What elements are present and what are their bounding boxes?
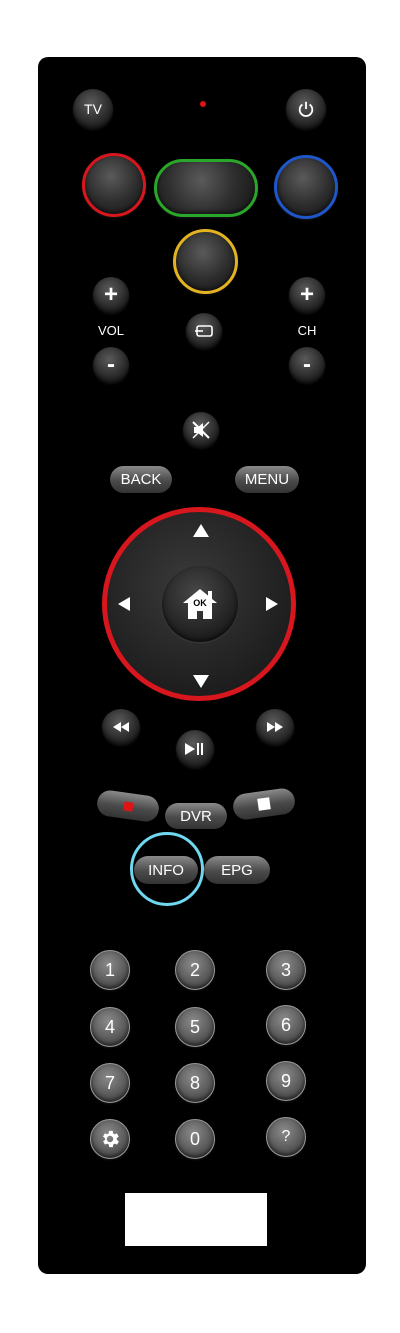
gear-icon bbox=[103, 1130, 119, 1148]
rewind-button[interactable] bbox=[102, 709, 140, 745]
play-pause-icon bbox=[185, 743, 203, 755]
tv-button[interactable]: TV bbox=[73, 89, 113, 129]
volume-up-button[interactable]: + bbox=[93, 277, 129, 313]
plus-icon: + bbox=[103, 281, 118, 308]
info-button[interactable]: INFO bbox=[134, 856, 198, 884]
dpad-left-arrow[interactable] bbox=[118, 597, 130, 611]
power-icon bbox=[298, 101, 314, 117]
back-button[interactable]: BACK bbox=[110, 466, 172, 493]
ok-home-button[interactable]: OK bbox=[162, 566, 238, 642]
mute-icon bbox=[192, 421, 210, 439]
record-icon bbox=[122, 800, 134, 812]
ok-label: OK bbox=[193, 598, 207, 608]
channel-down-button[interactable]: - bbox=[289, 347, 325, 383]
fast-forward-icon bbox=[267, 722, 283, 732]
menu-button[interactable]: MENU bbox=[235, 466, 299, 493]
dpad-right-arrow[interactable] bbox=[266, 597, 278, 611]
channel-up-button[interactable]: + bbox=[289, 277, 325, 313]
help-button[interactable]: ? bbox=[266, 1117, 306, 1157]
volume-down-button[interactable]: - bbox=[93, 347, 129, 383]
epg-button[interactable]: EPG bbox=[204, 856, 270, 884]
key-1[interactable]: 1 bbox=[90, 950, 130, 990]
key-4[interactable]: 4 bbox=[90, 1007, 130, 1047]
label-plate bbox=[125, 1193, 267, 1246]
plus-icon: + bbox=[299, 281, 314, 308]
key-7[interactable]: 7 bbox=[90, 1063, 130, 1103]
dvr-button[interactable]: DVR bbox=[165, 803, 227, 829]
key-5[interactable]: 5 bbox=[175, 1007, 215, 1047]
yellow-button[interactable] bbox=[173, 229, 238, 294]
dpad-down-arrow[interactable] bbox=[193, 675, 209, 688]
green-button[interactable] bbox=[154, 159, 258, 217]
input-button[interactable] bbox=[186, 313, 222, 349]
record-button[interactable] bbox=[95, 788, 161, 824]
blue-button[interactable] bbox=[274, 155, 338, 219]
mute-button[interactable] bbox=[183, 412, 219, 448]
key-9[interactable]: 9 bbox=[266, 1061, 306, 1101]
key-2[interactable]: 2 bbox=[175, 950, 215, 990]
minus-icon: - bbox=[107, 351, 115, 378]
input-icon bbox=[195, 325, 213, 337]
remote-body: TV + VOL - + CH - BACK MENU OK DVR INFO … bbox=[38, 57, 366, 1274]
tv-label: TV bbox=[84, 101, 102, 117]
power-button[interactable] bbox=[286, 89, 326, 129]
key-8[interactable]: 8 bbox=[175, 1063, 215, 1103]
key-3[interactable]: 3 bbox=[266, 950, 306, 990]
key-6[interactable]: 6 bbox=[266, 1005, 306, 1045]
dpad-up-arrow[interactable] bbox=[193, 524, 209, 537]
volume-label: VOL bbox=[97, 323, 124, 338]
stop-button[interactable] bbox=[231, 786, 297, 822]
minus-icon: - bbox=[303, 351, 311, 378]
rewind-icon bbox=[113, 722, 129, 732]
settings-button[interactable] bbox=[90, 1119, 130, 1159]
key-0[interactable]: 0 bbox=[175, 1119, 215, 1159]
red-button[interactable] bbox=[82, 153, 146, 217]
channel-label: CH bbox=[297, 323, 317, 338]
stop-icon bbox=[257, 797, 271, 811]
play-pause-button[interactable] bbox=[176, 730, 214, 768]
power-led bbox=[200, 101, 206, 107]
fast-forward-button[interactable] bbox=[256, 709, 294, 745]
